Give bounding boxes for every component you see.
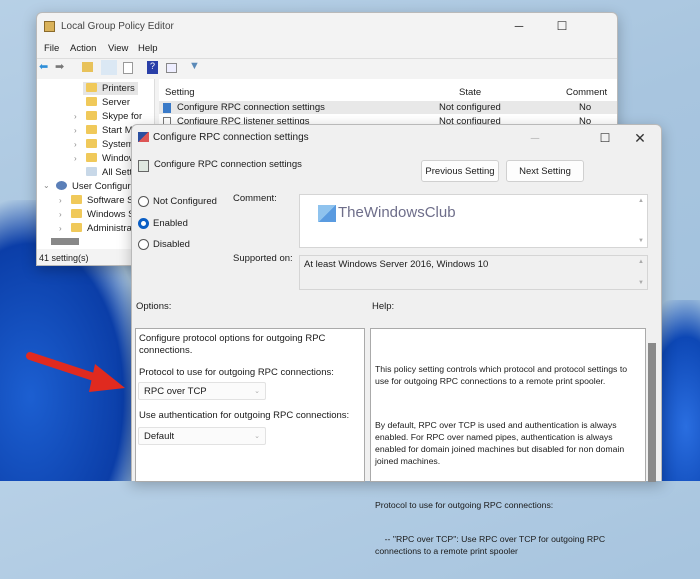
help-paragraph: Protocol to use for outgoing RPC connect… <box>375 500 554 510</box>
radio-not-configured[interactable]: Not Configured <box>138 196 217 207</box>
radio-circle <box>138 196 149 207</box>
radio-enabled[interactable]: Enabled <box>138 218 188 229</box>
gpe-app-icon <box>44 21 55 32</box>
row-comment: No <box>579 102 592 113</box>
column-state[interactable]: State <box>459 87 481 98</box>
comment-input[interactable]: TheWindowsClub ▲ ▼ <box>299 194 648 248</box>
column-setting[interactable]: Setting <box>165 87 195 98</box>
supported-on-field: At least Windows Server 2016, Windows 10… <box>299 255 648 290</box>
minimize-button[interactable]: ─ <box>499 13 539 39</box>
auth-label: Use authentication for outgoing RPC conn… <box>139 410 350 421</box>
chevron-down-icon: ⌄ <box>254 433 260 440</box>
scroll-up-arrow[interactable]: ▲ <box>638 198 644 204</box>
policy-icon <box>138 160 149 172</box>
tree-item-server[interactable]: Server <box>86 97 130 108</box>
help-panel: This policy setting controls which proto… <box>370 328 646 556</box>
dialog-minimize-button[interactable]: ─ <box>515 125 555 151</box>
policy-icon <box>163 103 171 113</box>
supported-on-value: At least Windows Server 2016, Windows 10 <box>304 259 489 270</box>
tree-item-windows-settings[interactable]: Windows Se <box>71 209 140 220</box>
properties-icon[interactable] <box>166 63 177 73</box>
status-bar: 41 setting(s) <box>39 253 89 263</box>
help-icon[interactable]: ? <box>147 61 158 74</box>
menu-bar: File Action View Help <box>37 41 617 57</box>
dialog-heading: Configure RPC connection settings <box>154 159 302 170</box>
comment-label: Comment: <box>233 193 277 204</box>
tree-item-administrative-templates[interactable]: Administrat <box>71 223 135 234</box>
maximize-button[interactable]: ☐ <box>542 13 582 39</box>
protocol-label: Protocol to use for outgoing RPC connect… <box>139 367 334 378</box>
export-list-icon[interactable] <box>123 62 133 74</box>
help-paragraph: -- "RPC over TCP": Use RPC over TCP for … <box>375 534 608 556</box>
row-name: Configure RPC connection settings <box>177 102 325 113</box>
dialog-maximize-button[interactable]: ☐ <box>585 125 625 151</box>
watermark-logo <box>318 205 336 222</box>
toolbar: ⬅ ➡ ? ▼ <box>37 58 617 78</box>
auth-select[interactable]: Default ⌄ <box>138 427 266 445</box>
menu-view[interactable]: View <box>108 43 128 54</box>
column-comment[interactable]: Comment <box>566 87 607 98</box>
table-row[interactable]: Configure RPC connection settings Not co… <box>159 101 617 114</box>
menu-help[interactable]: Help <box>138 43 158 54</box>
scroll-up-arrow[interactable]: ▲ <box>638 259 644 265</box>
next-setting-button[interactable]: Next Setting <box>506 160 584 182</box>
options-label: Options: <box>136 301 172 312</box>
options-panel: Configure protocol options for outgoing … <box>135 328 365 482</box>
dialog-title: Configure RPC connection settings <box>153 132 309 143</box>
help-paragraph: This policy setting controls which proto… <box>375 364 630 386</box>
radio-circle <box>138 239 149 250</box>
options-intro: Configure protocol options for outgoing … <box>139 333 326 356</box>
help-label: Help: <box>372 301 395 312</box>
dialog-close-button[interactable]: ✕ <box>620 125 660 151</box>
tree-horizontal-scrollbar[interactable] <box>51 238 79 245</box>
help-paragraph: By default, RPC over TCP is used and aut… <box>375 420 627 466</box>
scroll-down-arrow[interactable]: ▼ <box>638 280 644 286</box>
tree-item-printers[interactable]: Printers <box>83 82 138 95</box>
forward-icon[interactable]: ➡ <box>55 60 64 73</box>
filter-icon[interactable]: ▼ <box>189 60 200 72</box>
tree-item-windows-components[interactable]: Window <box>86 153 136 164</box>
back-icon[interactable]: ⬅ <box>39 60 48 73</box>
radio-circle-selected <box>138 218 149 229</box>
help-scrollbar[interactable] <box>648 343 656 482</box>
red-arrow-annotation <box>26 352 125 392</box>
menu-file[interactable]: File <box>44 43 59 54</box>
row-state: Not configured <box>439 102 501 113</box>
supported-on-label: Supported on: <box>233 253 293 264</box>
watermark-text: TheWindowsClub <box>338 204 456 221</box>
tree-item-user-configuration[interactable]: User Configura <box>56 181 136 192</box>
previous-setting-button[interactable]: Previous Setting <box>421 160 499 182</box>
tree-item-skype[interactable]: Skype for <box>86 111 142 122</box>
menu-action[interactable]: Action <box>70 43 96 54</box>
protocol-select[interactable]: RPC over TCP ⌄ <box>138 382 266 400</box>
tree-item-software-settings[interactable]: Software Se <box>71 195 139 206</box>
show-hide-tree-icon[interactable] <box>101 60 117 75</box>
up-folder-icon[interactable] <box>82 62 93 72</box>
tree-item-all-settings[interactable]: All Setti <box>86 167 134 178</box>
dialog-app-icon <box>138 132 149 142</box>
policy-setting-dialog: Configure RPC connection settings ─ ☐ ✕ … <box>131 124 662 556</box>
chevron-down-icon: ⌄ <box>254 388 260 395</box>
gpe-title: Local Group Policy Editor <box>61 21 174 32</box>
radio-disabled[interactable]: Disabled <box>138 239 190 250</box>
tree-item-system[interactable]: System <box>86 139 134 150</box>
scroll-down-arrow[interactable]: ▼ <box>638 238 644 244</box>
